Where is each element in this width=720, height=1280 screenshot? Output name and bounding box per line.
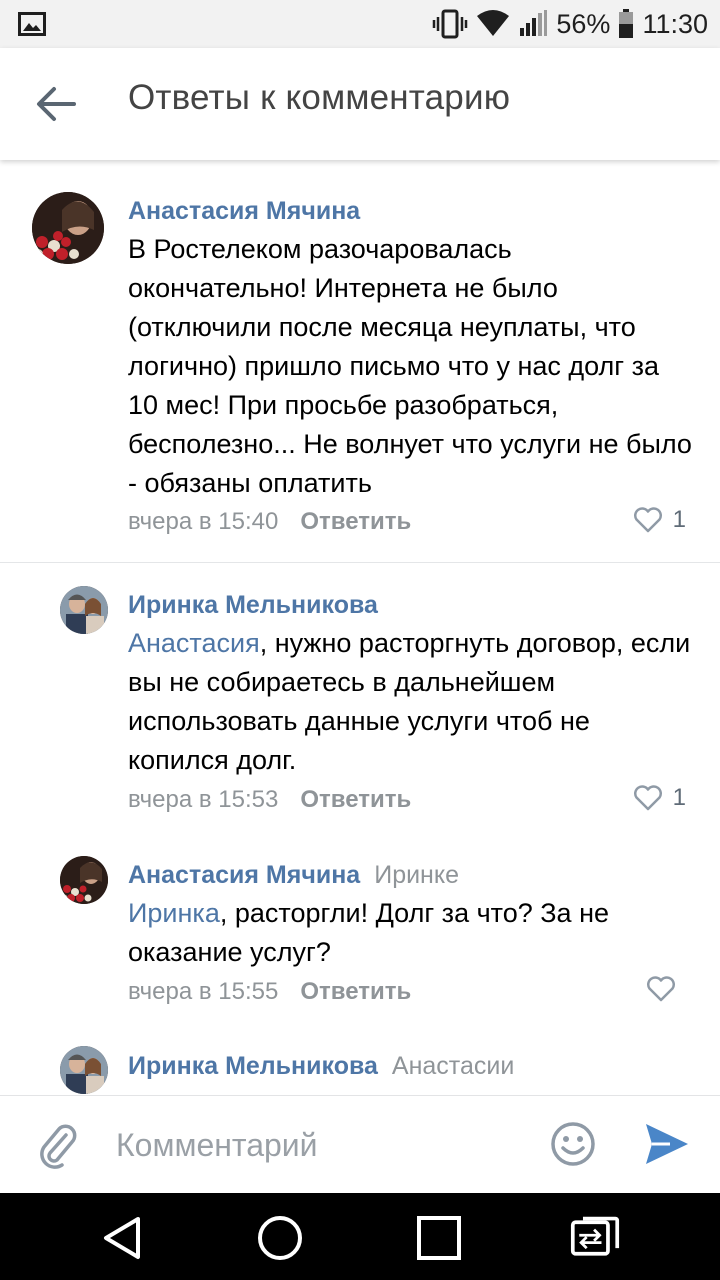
reply-to-label[interactable]: Анастасии bbox=[392, 1052, 514, 1080]
comment-text: В Ростелеком разочаровалась окончательно… bbox=[128, 234, 692, 498]
signal-icon bbox=[520, 10, 548, 36]
status-bar: 56% 11:30 bbox=[0, 0, 720, 48]
clock: 11:30 bbox=[642, 8, 708, 39]
wifi-icon bbox=[477, 10, 510, 36]
smiley-icon[interactable] bbox=[550, 1121, 596, 1167]
comment-author[interactable]: Иринка Мельникова Анастасии bbox=[128, 1052, 514, 1081]
heart-icon bbox=[633, 785, 662, 811]
mention-link[interactable]: Анастасия bbox=[128, 628, 260, 658]
like-count: 1 bbox=[672, 506, 686, 533]
nav-home-icon[interactable] bbox=[255, 1213, 305, 1263]
paperclip-icon[interactable] bbox=[36, 1121, 80, 1169]
vibrate-icon bbox=[433, 9, 468, 39]
nav-recents-icon[interactable] bbox=[414, 1213, 464, 1263]
gallery-icon bbox=[18, 12, 46, 36]
battery-icon bbox=[619, 9, 634, 38]
author-name[interactable]: Иринка Мельникова bbox=[128, 591, 378, 619]
like-count: 1 bbox=[672, 784, 686, 811]
like-button[interactable] bbox=[646, 976, 686, 1002]
comment-time: вчера в 15:55 bbox=[128, 978, 279, 1005]
comment-text: Анастасия, нужно расторгнуть договор, ес… bbox=[128, 624, 694, 780]
comment-time: вчера в 15:53 bbox=[128, 786, 279, 813]
like-button[interactable]: 1 bbox=[633, 506, 686, 534]
like-button[interactable]: 1 bbox=[633, 784, 686, 812]
comment-meta: вчера в 15:55 Ответить bbox=[128, 978, 411, 1006]
comment-meta: вчера в 15:53 Ответить bbox=[128, 786, 411, 814]
reply-to-label[interactable]: Иринке bbox=[374, 861, 459, 889]
author-name[interactable]: Анастасия Мячина bbox=[128, 861, 360, 889]
mention-link[interactable]: Иринка bbox=[128, 898, 220, 928]
divider bbox=[0, 562, 720, 563]
app-header: Ответы к комментарию bbox=[0, 48, 720, 160]
reply-button[interactable]: Ответить bbox=[300, 786, 411, 813]
avatar[interactable] bbox=[60, 856, 108, 904]
heart-icon bbox=[633, 507, 662, 533]
comment-meta: вчера в 15:40 Ответить bbox=[128, 508, 411, 536]
system-nav-bar bbox=[0, 1193, 720, 1280]
page-title: Ответы к комментарию bbox=[128, 78, 511, 117]
comment-author[interactable]: Иринка Мельникова bbox=[128, 591, 378, 620]
heart-icon bbox=[647, 976, 675, 1002]
battery-percent: 56% bbox=[556, 8, 611, 39]
avatar[interactable] bbox=[32, 192, 104, 264]
reply-button[interactable]: Ответить bbox=[300, 978, 411, 1005]
comment-input-bar bbox=[0, 1095, 720, 1194]
comment-text: Иринка, расторгли! Долг за что? За не ок… bbox=[128, 894, 694, 972]
author-name[interactable]: Анастасия Мячина bbox=[128, 197, 360, 225]
reply-button[interactable]: Ответить bbox=[300, 508, 411, 535]
nav-back-icon[interactable] bbox=[98, 1213, 148, 1263]
comments-feed[interactable]: Анастасия Мячина В Ростелеком разочарова… bbox=[0, 160, 720, 1095]
comment-author[interactable]: Анастасия Мячина bbox=[128, 197, 360, 226]
back-arrow-icon[interactable] bbox=[34, 84, 78, 124]
author-name[interactable]: Иринка Мельникова bbox=[128, 1052, 378, 1080]
avatar[interactable] bbox=[60, 1046, 108, 1094]
comment-author[interactable]: Анастасия Мячина Иринке bbox=[128, 861, 459, 890]
nav-switch-app-icon[interactable] bbox=[570, 1213, 620, 1263]
avatar[interactable] bbox=[60, 586, 108, 634]
send-icon[interactable] bbox=[644, 1122, 690, 1166]
comment-field[interactable] bbox=[114, 1122, 528, 1168]
comment-time: вчера в 15:40 bbox=[128, 508, 279, 535]
